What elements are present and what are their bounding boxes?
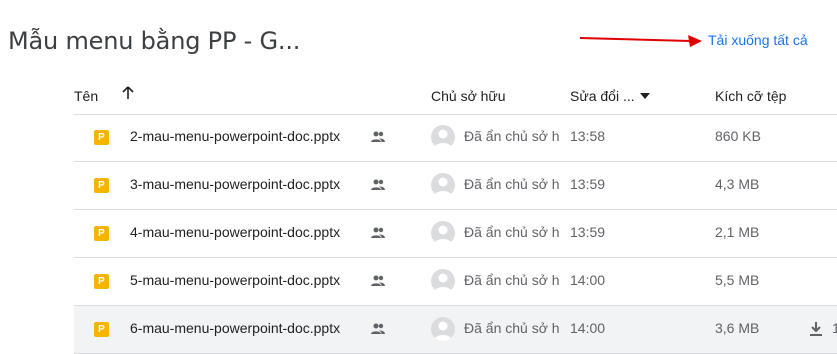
annotation-arrow-icon	[579, 35, 702, 47]
people-icon	[371, 227, 385, 238]
column-header-size[interactable]: Kích cỡ tệp	[715, 88, 786, 104]
file-row[interactable]: P 4-mau-menu-powerpoint-doc.pptx Đã ẩn c…	[74, 210, 837, 258]
people-icon	[371, 275, 385, 286]
file-name[interactable]: 5-mau-menu-powerpoint-doc.pptx	[130, 272, 340, 288]
modified-time: 14:00	[570, 272, 606, 288]
owner-text: Đã ẩn chủ sở hữu	[464, 224, 560, 240]
caret-down-icon[interactable]	[640, 93, 650, 99]
people-icon	[371, 323, 385, 334]
powerpoint-file-icon: P	[94, 226, 109, 241]
page-title: Mẫu menu bằng PP - G...	[8, 27, 301, 55]
arrow-up-icon[interactable]	[120, 85, 136, 101]
person-icon	[434, 321, 452, 341]
person-icon	[434, 225, 452, 245]
column-header-row: Tên Chủ sở hữu Sửa đổi ... Kích cỡ tệp	[74, 80, 837, 115]
file-size: 4,3 MB	[715, 176, 760, 192]
file-row[interactable]: P 6-mau-menu-powerpoint-doc.pptx Đã ẩn c…	[74, 306, 837, 354]
person-icon	[434, 129, 452, 149]
download-all-link[interactable]: Tải xuống tất cả	[708, 32, 808, 48]
file-size: 2,1 MB	[715, 224, 760, 240]
owner-text: Đã ẩn chủ sở hữu	[464, 272, 560, 288]
column-header-name[interactable]: Tên	[74, 88, 98, 104]
avatar	[431, 269, 455, 293]
person-icon	[434, 177, 452, 197]
people-icon	[371, 131, 385, 142]
column-header-owner: Chủ sở hữu	[431, 88, 506, 104]
powerpoint-file-icon: P	[94, 322, 109, 337]
download-icon[interactable]	[806, 319, 826, 339]
powerpoint-file-icon: P	[94, 178, 109, 193]
row-trailing-text: 1	[832, 320, 837, 336]
modified-time: 13:59	[570, 176, 606, 192]
modified-time: 14:00	[570, 320, 606, 336]
file-name[interactable]: 6-mau-menu-powerpoint-doc.pptx	[130, 320, 340, 336]
person-icon	[434, 273, 452, 293]
modified-time: 13:59	[570, 224, 606, 240]
avatar	[431, 173, 455, 197]
powerpoint-file-icon: P	[94, 130, 109, 145]
people-icon	[371, 179, 385, 190]
file-size: 860 KB	[715, 128, 761, 144]
file-name[interactable]: 3-mau-menu-powerpoint-doc.pptx	[130, 176, 340, 192]
file-name[interactable]: 2-mau-menu-powerpoint-doc.pptx	[130, 128, 340, 144]
file-size: 3,6 MB	[715, 320, 760, 336]
file-row[interactable]: P 2-mau-menu-powerpoint-doc.pptx Đã ẩn c…	[74, 114, 837, 162]
file-size: 5,5 MB	[715, 272, 760, 288]
file-row[interactable]: P 5-mau-menu-powerpoint-doc.pptx Đã ẩn c…	[74, 258, 837, 306]
file-row[interactable]: P 3-mau-menu-powerpoint-doc.pptx Đã ẩn c…	[74, 162, 837, 210]
column-header-modified[interactable]: Sửa đổi ...	[570, 88, 635, 104]
avatar	[431, 221, 455, 245]
modified-time: 13:58	[570, 128, 606, 144]
avatar	[431, 125, 455, 149]
avatar	[431, 317, 455, 341]
powerpoint-file-icon: P	[94, 274, 109, 289]
file-name[interactable]: 4-mau-menu-powerpoint-doc.pptx	[130, 224, 340, 240]
owner-text: Đã ẩn chủ sở hữu	[464, 176, 560, 192]
owner-text: Đã ẩn chủ sở hữu	[464, 320, 560, 336]
owner-text: Đã ẩn chủ sở hữu	[464, 128, 560, 144]
